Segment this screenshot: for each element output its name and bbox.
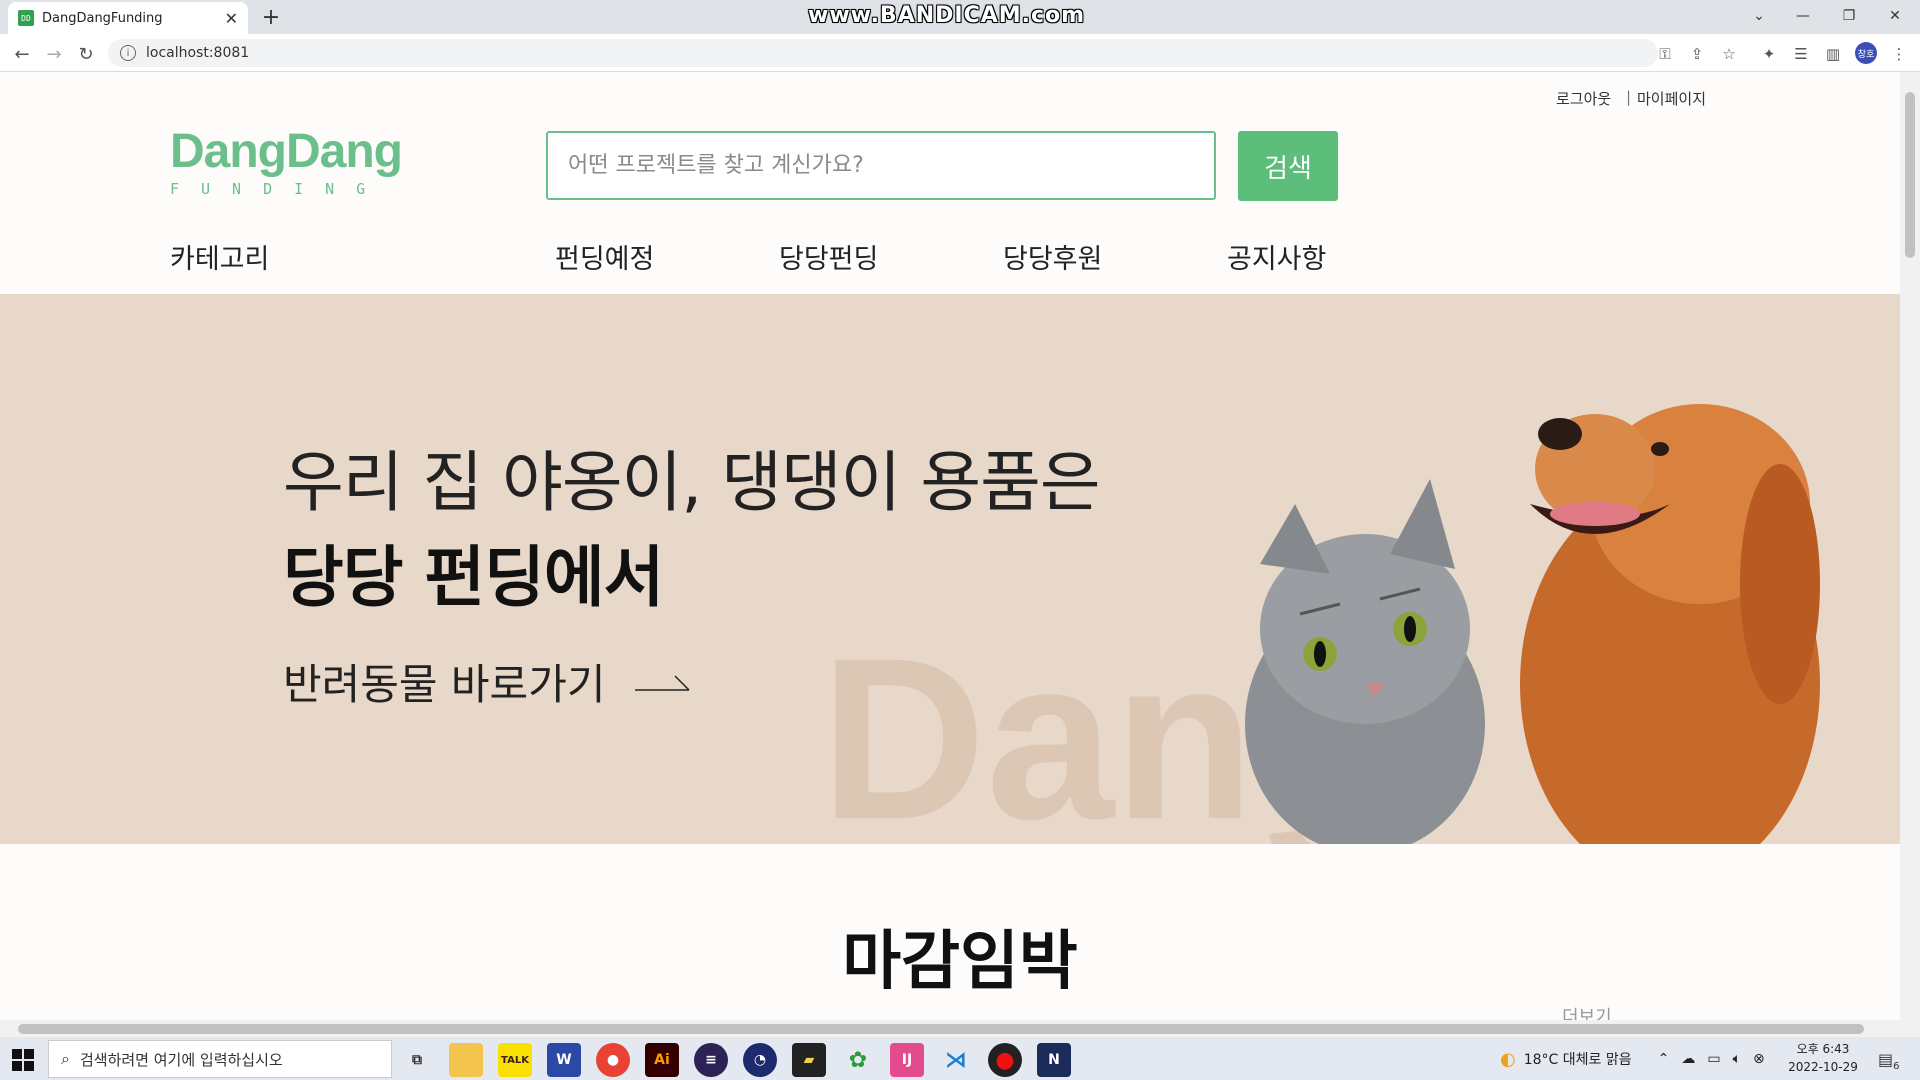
recording-watermark: www.BANDICAM.com — [808, 3, 1086, 28]
close-window-button[interactable]: ✕ — [1872, 2, 1918, 30]
share-icon[interactable]: ⇪ — [1684, 41, 1710, 67]
eclipse-icon[interactable]: ≡ — [694, 1043, 728, 1077]
chrome-icon[interactable]: ● — [596, 1043, 630, 1077]
notification-count: 6 — [1893, 1061, 1900, 1073]
taskbar-clock[interactable]: 오후 6:43 2022-10-29 — [1778, 1040, 1868, 1076]
volume-icon[interactable]: 🔈︎ — [1733, 1051, 1741, 1067]
sticky-notes-icon[interactable]: ▰ — [792, 1043, 826, 1077]
pet-shortcut-label: 반려동물 바로가기 — [283, 660, 606, 709]
system-tray: ◐ 18°C 대체로 맑음 ⌃ ☁ ▭ 🔈︎ ⊗ — [1500, 1040, 1765, 1078]
arrow-right-icon — [635, 674, 691, 691]
reading-list-icon[interactable]: ☰ — [1788, 41, 1814, 67]
search-input[interactable] — [546, 131, 1216, 200]
webex-icon[interactable]: W — [547, 1043, 581, 1077]
nav-item-funding[interactable]: 당당펀딩 — [779, 237, 878, 276]
evernote-icon[interactable]: ✿ — [841, 1043, 875, 1077]
tab-favicon-icon: DD — [18, 10, 34, 26]
ime-icon[interactable]: ⊗ — [1753, 1051, 1765, 1067]
vscode-icon[interactable]: ⋊ — [939, 1043, 973, 1077]
reload-icon[interactable]: ↻ — [72, 40, 100, 68]
mypage-link[interactable]: 마이페이지 — [1637, 88, 1706, 109]
profile-avatar[interactable]: 창호 — [1855, 42, 1877, 64]
restore-button[interactable]: ❐ — [1826, 2, 1872, 30]
taskbar-search[interactable]: ⌕ 검색하려면 여기에 입력하십시오 — [48, 1040, 392, 1078]
browser-menu-icon[interactable]: ⋮ — [1886, 41, 1912, 67]
site-info-icon[interactable]: i — [120, 45, 136, 61]
hero-headline: 우리 집 야옹이, 댕댕이 용품은 — [283, 444, 1101, 521]
pets-photo — [1245, 404, 1820, 844]
weather-icon[interactable]: ◐ — [1500, 1049, 1516, 1070]
browser-tab[interactable]: DD DangDangFunding ✕ — [8, 2, 248, 34]
nav-item-notice[interactable]: 공지사항 — [1227, 237, 1326, 276]
url-text: localhost:8081 — [146, 45, 250, 61]
minimize-button[interactable]: — — [1780, 2, 1826, 30]
url-bar[interactable]: i localhost:8081 — [108, 39, 1658, 67]
tab-search-chevron-icon[interactable]: ⌄ — [1736, 2, 1782, 30]
horizontal-scroll-thumb[interactable] — [18, 1024, 1864, 1034]
nav-item-upcoming[interactable]: 펀딩예정 — [555, 237, 654, 276]
forward-arrow-icon[interactable]: → — [40, 40, 68, 68]
onedrive-icon[interactable]: ☁ — [1681, 1051, 1695, 1067]
kakaotalk-icon[interactable]: TALK — [498, 1043, 532, 1077]
bookmark-star-icon[interactable]: ☆ — [1716, 41, 1742, 67]
file-explorer-icon[interactable] — [449, 1043, 483, 1077]
vertical-scroll-thumb[interactable] — [1905, 92, 1915, 258]
nav-category[interactable]: 카테고리 — [170, 237, 269, 276]
tab-title: DangDangFunding — [42, 10, 163, 26]
logo-wordmark: DangDang — [170, 125, 403, 178]
tab-close-icon[interactable]: ✕ — [225, 9, 238, 28]
link-separator: | — [1626, 88, 1632, 106]
clock-date: 2022-10-29 — [1788, 1060, 1858, 1074]
network-icon[interactable]: ▭ — [1707, 1051, 1720, 1067]
clock-time: 오후 6:43 — [1796, 1042, 1850, 1056]
tray-expand-icon[interactable]: ⌃ — [1658, 1051, 1670, 1067]
extensions-puzzle-icon[interactable]: ✦ — [1756, 41, 1782, 67]
nav-item-sponsorship[interactable]: 당당후원 — [1003, 237, 1102, 276]
side-panel-icon[interactable]: ▥ — [1820, 41, 1846, 67]
back-arrow-icon[interactable]: ← — [8, 40, 36, 68]
search-button[interactable]: 검색 — [1238, 131, 1338, 201]
taskbar-search-placeholder: 검색하려면 여기에 입력하십시오 — [79, 1050, 283, 1069]
pet-shortcut-link[interactable]: 반려동물 바로가기 — [283, 651, 691, 712]
task-view-icon[interactable]: ⧉ — [400, 1043, 434, 1077]
clock-app-icon[interactable]: ◔ — [743, 1043, 777, 1077]
hero-headline-bold: 당당 펀딩에서 — [283, 539, 664, 616]
logo-subtitle: FUNDING — [170, 180, 388, 198]
weather-text[interactable]: 18°C 대체로 맑음 — [1524, 1049, 1632, 1069]
site-logo[interactable]: DangDang FUNDING — [170, 125, 403, 199]
logout-link[interactable]: 로그아웃 — [1556, 88, 1611, 109]
hero-banner: Dang 우리 집 야옹이, 댕댕이 용품은 당당 펀딩에서 반려동물 바로가기 — [0, 294, 1900, 844]
search-icon: ⌕ — [61, 1049, 70, 1068]
illustrator-icon[interactable]: Ai — [645, 1043, 679, 1077]
windows-start-icon[interactable] — [12, 1049, 34, 1071]
section-title: 마감임박 — [842, 925, 1078, 999]
notification-center-icon[interactable]: ▤6 — [1878, 1050, 1900, 1072]
bandicam-record-icon[interactable]: ● — [988, 1043, 1022, 1077]
sql-developer-icon[interactable]: N — [1037, 1043, 1071, 1077]
password-key-icon[interactable]: ⚿ — [1652, 41, 1678, 67]
intellij-icon[interactable]: IJ — [890, 1043, 924, 1077]
new-tab-button[interactable]: + — [258, 4, 284, 30]
